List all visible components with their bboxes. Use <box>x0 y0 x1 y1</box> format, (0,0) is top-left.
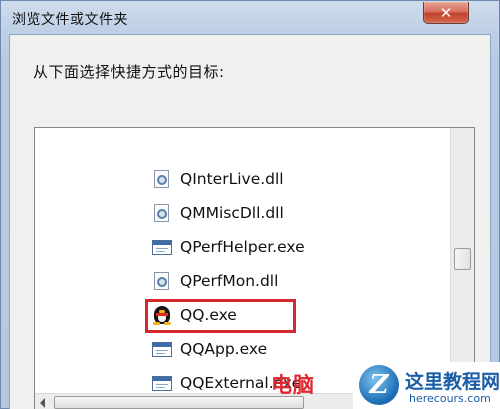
vertical-scroll-thumb[interactable] <box>454 248 471 270</box>
file-name: QPerfMon.dll <box>180 272 279 290</box>
dll-file-icon <box>151 271 173 291</box>
list-item[interactable]: QMMiscDll.dll <box>151 200 284 226</box>
file-name: QPerfHelper.exe <box>180 238 305 256</box>
browse-dialog-window: 浏览文件或文件夹 ✕ 从下面选择快捷方式的目标: QInterLive.dll … <box>0 0 500 409</box>
dll-file-icon <box>151 169 173 189</box>
qq-penguin-icon <box>151 305 173 325</box>
exe-file-icon <box>151 339 173 359</box>
list-item[interactable]: QQApp.exe <box>151 336 267 362</box>
list-item[interactable]: QPerfMon.dll <box>151 268 278 294</box>
list-item-qq-exe[interactable]: QQ.exe <box>151 302 237 328</box>
file-name: QQ.exe <box>180 306 237 324</box>
prompt-label: 从下面选择快捷方式的目标: <box>33 63 225 81</box>
site-logo-icon: Z <box>359 365 399 405</box>
list-item[interactable]: QPerfHelper.exe <box>151 234 305 260</box>
dll-file-icon <box>151 203 173 223</box>
vertical-scrollbar[interactable] <box>450 128 474 393</box>
watermark-badge: Z 这里教程网 herecours.com <box>353 362 500 409</box>
list-item[interactable]: QInterLive.dll <box>151 166 284 192</box>
watermark-title: 这里教程网 <box>405 371 500 393</box>
dialog-client-area: 从下面选择快捷方式的目标: QInterLive.dll QMMiscDll.d… <box>9 34 491 409</box>
horizontal-scroll-thumb[interactable] <box>54 396 304 409</box>
file-name: QMMiscDll.dll <box>180 204 284 222</box>
dialog-title: 浏览文件或文件夹 <box>12 12 128 28</box>
watermark-url: herecours.com <box>409 392 491 405</box>
scroll-left-arrow-icon[interactable] <box>40 398 45 408</box>
close-button[interactable]: ✕ <box>423 2 469 24</box>
close-icon: ✕ <box>439 3 453 22</box>
exe-file-icon <box>151 373 173 393</box>
watermark-text: 电脑 <box>271 373 315 397</box>
exe-file-icon <box>151 237 173 257</box>
file-name: QInterLive.dll <box>180 170 284 188</box>
file-name: QQApp.exe <box>180 340 268 358</box>
